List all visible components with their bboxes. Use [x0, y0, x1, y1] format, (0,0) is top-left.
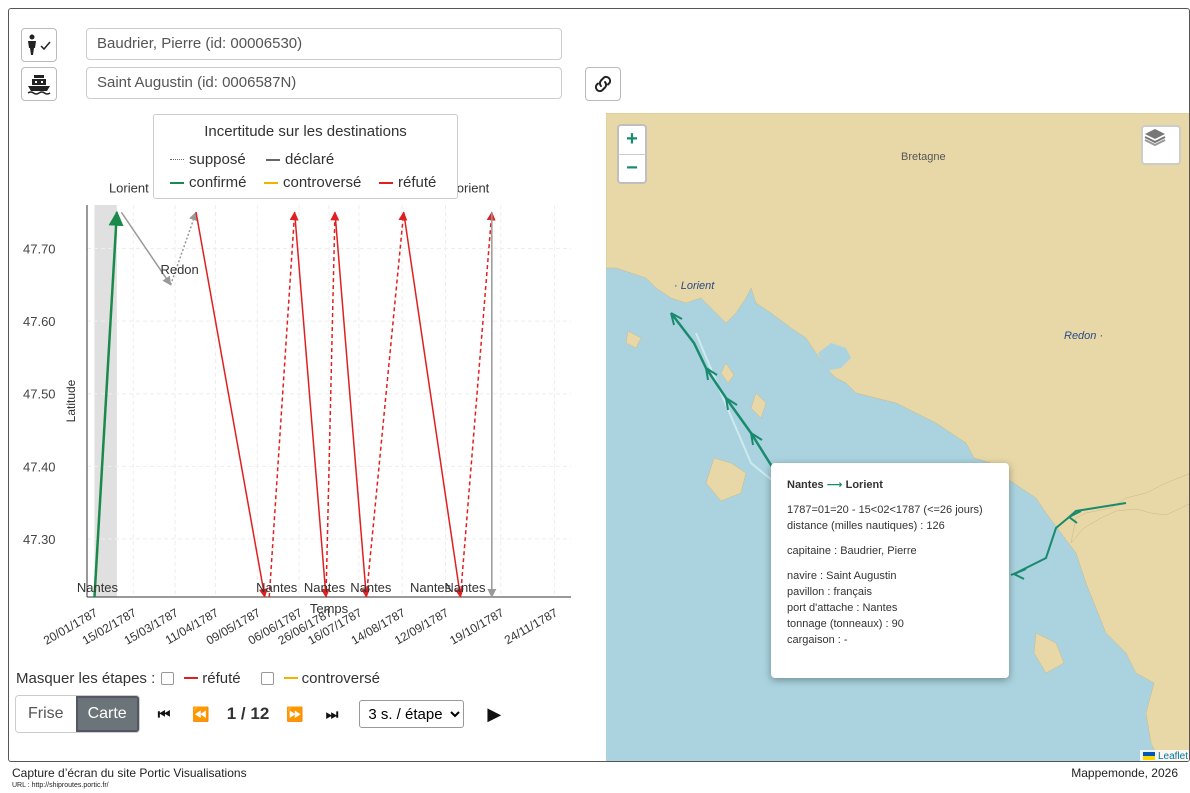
popup-route-from: Nantes [787, 479, 824, 491]
zoom-out-button[interactable]: − [619, 154, 645, 182]
place-label-bottom: Nantes [350, 580, 392, 595]
play-icon[interactable]: ▶ [487, 704, 501, 725]
captain-field[interactable]: Baudrier, Pierre (id: 00006530) [86, 28, 562, 60]
popup-ship: navire : Saint Augustin [787, 570, 897, 582]
legend-item-confirme: confirmé [170, 174, 247, 191]
popup-route-to: Lorient [845, 479, 883, 491]
route-main [670, 312, 778, 474]
popup-flag: pavillon : français [787, 586, 872, 598]
ship-filter-button[interactable] [21, 67, 57, 101]
map-attribution[interactable]: Leaflet [1140, 750, 1189, 761]
speed-select[interactable]: 3 s. / étape [359, 700, 465, 728]
y-tick-label: 47.50 [23, 387, 56, 402]
mask-steps: Masquer les étapes : réfuté controversé [16, 667, 380, 689]
legend-item-refute: réfuté [379, 174, 436, 191]
place-bretagne: Bretagne [901, 151, 946, 163]
popup-dates: 1787=01=20 - 15<02<1787 (<=26 jours) [787, 504, 983, 516]
app-frame: Baudrier, Pierre (id: 00006530) Saint Au… [8, 8, 1190, 762]
legend-label-refute: réfuté [398, 174, 437, 191]
mask-refute-swatch [184, 677, 199, 679]
legend-label-controverse: controversé [283, 174, 362, 191]
place-label-bottom: Nantes [77, 580, 119, 595]
ukraine-flag-icon [1143, 752, 1156, 761]
route-arrow-5 [1013, 568, 1027, 580]
footer-left: Capture d’écran du site Portic Visualisa… [12, 766, 247, 780]
place-label-bottom: Nantes [304, 580, 346, 595]
ship-icon [27, 75, 51, 95]
previous-step-icon[interactable]: ⏪ [192, 706, 209, 723]
popup-port: port d'attache : Nantes [787, 602, 898, 614]
place-label-middle: Redon [160, 262, 198, 277]
zoom-control: + − [617, 124, 647, 184]
place-redon: Redon · [1064, 330, 1104, 342]
y-tick-label: 47.60 [23, 314, 56, 329]
step-counter: 1 / 12 [226, 704, 270, 723]
legend: Incertitude sur les destinations supposé… [153, 114, 458, 199]
person-check-icon [28, 34, 51, 55]
link-button[interactable] [585, 67, 621, 101]
legend-label-declare: déclaré [285, 151, 335, 168]
layers-icon [1144, 129, 1166, 147]
frise-button[interactable]: Frise [16, 696, 76, 732]
place-lorient: · Lorient [674, 280, 715, 292]
captain-filter-button[interactable] [21, 28, 57, 62]
legend-swatch-suppose [170, 159, 184, 160]
last-step-icon[interactable]: ⏭ [326, 706, 339, 723]
popup-route: Nantes ⟶ Lorient [787, 477, 993, 493]
carte-button[interactable]: Carte [75, 696, 139, 732]
place-label-bottom: Nantes [256, 580, 298, 595]
y-tick-label: 47.30 [23, 532, 56, 547]
layers-button[interactable] [1141, 125, 1181, 165]
island-2 [625, 330, 642, 349]
popup-cargo: cargaison : - [787, 634, 848, 646]
mask-controverse-checkbox[interactable] [260, 671, 274, 685]
island-5 [1033, 632, 1065, 674]
popup-route-arrow: ⟶ [826, 479, 843, 491]
attribution-link[interactable]: Leaflet [1158, 751, 1188, 761]
route-popup: Nantes ⟶ Lorient 1787=01=20 - 15<02<1787… [771, 463, 1009, 678]
mask-label: Masquer les étapes : [16, 669, 156, 687]
x-tick-label: 24/11/1787 [502, 605, 561, 647]
first-step-icon[interactable]: ⏮ [158, 706, 171, 723]
island-4 [750, 392, 767, 419]
legend-label-confirme: confirmé [189, 174, 247, 191]
mask-controverse-label: controversé [301, 669, 380, 687]
legend-label-suppose: supposé [189, 151, 246, 168]
map[interactable]: + − Bretagne · Lorient Redon · Nantes ⟶ … [606, 113, 1189, 761]
x-tick-label: 19/10/1787 [447, 605, 506, 647]
y-tick-label: 47.70 [23, 242, 56, 257]
mask-refute-checkbox[interactable] [161, 671, 175, 685]
footer-url: URL : http://shiproutes.portic.fr/ [12, 782, 109, 789]
legend-item-suppose: supposé [170, 151, 246, 168]
island-3 [720, 362, 735, 384]
legend-swatch-declare [266, 158, 280, 161]
x-axis-label: Temps [310, 601, 349, 616]
legend-swatch-controverse [264, 181, 278, 184]
place-label-bottom: Nantes [444, 580, 486, 595]
legend-title: Incertitude sur les destinations [204, 123, 407, 140]
y-tick-label: 47.40 [23, 459, 56, 474]
popup-distance: distance (milles nautiques) : 126 [787, 520, 945, 532]
zoom-in-button[interactable]: + [619, 126, 645, 154]
next-step-icon[interactable]: ⏩ [286, 706, 303, 723]
legend-swatch-refute [379, 181, 393, 184]
mask-refute-label: réfuté [202, 669, 241, 687]
y-axis-label: Latitude [64, 379, 78, 422]
ship-field[interactable]: Saint Augustin (id: 0006587N) [86, 67, 562, 99]
place-label-top: Lorient [109, 180, 149, 195]
view-toggle: Frise Carte [15, 695, 140, 733]
legend-item-controverse: controversé [264, 174, 361, 191]
mask-controverse-swatch [283, 677, 298, 679]
footer-right: Mappemonde, 2026 [1071, 766, 1178, 780]
legend-swatch-confirme [170, 181, 184, 184]
playback-controls: Frise Carte ⏮ ⏪ 1 / 12 ⏩ ⏭ 3 s. / étape … [15, 694, 512, 734]
link-icon [594, 75, 612, 93]
popup-tonnage: tonnage (tonneaux) : 90 [787, 618, 904, 630]
popup-captain: capitaine : Baudrier, Pierre [787, 545, 917, 557]
legend-item-declare: déclaré [266, 151, 334, 168]
island-1 [705, 457, 747, 502]
